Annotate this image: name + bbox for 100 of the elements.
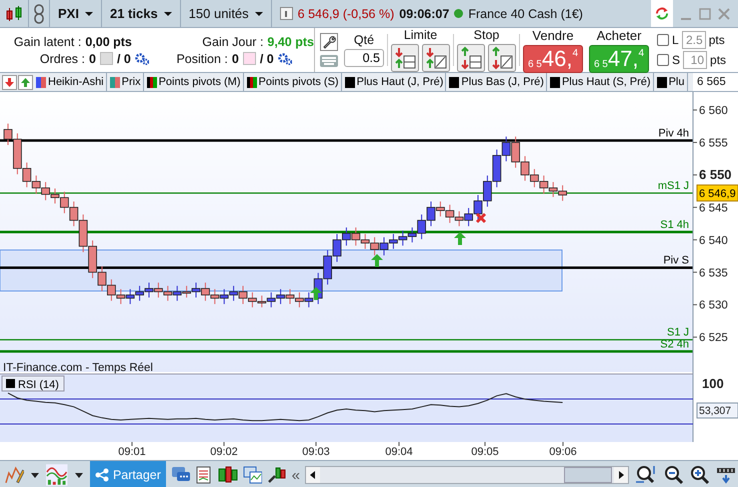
candle: [182, 285, 191, 298]
indicator-tab[interactable]: Points pivots (M): [144, 73, 244, 91]
gears-icon[interactable]: [278, 52, 292, 64]
down-arrow-icon[interactable]: [2, 74, 17, 90]
candle: [163, 285, 172, 302]
candle: [172, 285, 182, 302]
quantity-field[interactable]: 0.5: [344, 49, 384, 67]
candle: [32, 175, 41, 194]
candle: [483, 175, 492, 208]
candle: [248, 292, 257, 308]
indicator-chart-icon[interactable]: [46, 464, 68, 486]
indicator-tab[interactable]: Plus Haut (J, Pré): [342, 73, 446, 91]
candlestick-icon[interactable]: [4, 4, 24, 22]
limit-order-icon[interactable]: [391, 44, 419, 72]
info-icon[interactable]: [280, 7, 293, 20]
candle: [41, 182, 50, 201]
windows-icon[interactable]: [242, 466, 262, 484]
candle: [548, 182, 558, 198]
refresh-icon[interactable]: [651, 0, 673, 27]
gain-jour-label: Gain Jour :: [201, 34, 264, 48]
gain-jour-value: 9,40 pts: [267, 34, 314, 48]
time-label: 09:05: [471, 446, 499, 458]
points-field[interactable]: 10: [683, 51, 708, 69]
time-label: 09:04: [385, 446, 413, 458]
horizontal-scrollbar[interactable]: [304, 466, 630, 484]
up-arrow-icon[interactable]: [18, 74, 33, 90]
pencil-icon[interactable]: [3, 464, 24, 486]
candle: [445, 204, 454, 224]
indicator-tab[interactable]: Plu: [654, 73, 688, 91]
wrench-icon[interactable]: [320, 33, 338, 51]
checkbox[interactable]: [657, 54, 669, 66]
points-field[interactable]: 2.5: [682, 31, 706, 49]
instrument-dropdown[interactable]: PXI: [50, 0, 102, 27]
candle: [210, 288, 220, 305]
status-dot-icon: [454, 9, 464, 18]
stop-order-icon[interactable]: [488, 44, 516, 72]
pivot-label: mS1 J: [658, 180, 689, 192]
stop-label: Stop: [474, 28, 500, 42]
buy-label: Acheter: [596, 28, 642, 42]
gain-latent-label: Gain latent :: [12, 34, 82, 48]
candle: [398, 230, 408, 246]
position-total: / 0: [260, 52, 274, 66]
cross-icon: [476, 212, 486, 224]
up-arrow-icon: [371, 254, 383, 267]
candle: [351, 226, 360, 246]
candle: [370, 236, 379, 256]
zoom-fit-icon[interactable]: [634, 464, 658, 486]
pivot-label: S2 4h: [660, 338, 689, 350]
orders-total: / 0: [116, 52, 131, 66]
caret-icon[interactable]: [74, 472, 83, 478]
time-label: 09:01: [118, 446, 146, 458]
share-icon: [94, 468, 109, 482]
option-label: S: [672, 53, 680, 67]
candle: [107, 278, 116, 302]
time-label: 09:03: [302, 446, 330, 458]
size-dropdown[interactable]: 150 unités: [180, 0, 272, 27]
indicator-tab[interactable]: Heikin-Ashi: [34, 73, 107, 91]
candle: [454, 210, 464, 227]
zoom-in-icon[interactable]: [689, 464, 711, 486]
zoom-out-icon[interactable]: [662, 464, 684, 486]
bar-chart-icon[interactable]: [218, 466, 238, 484]
unit-label: pts: [708, 33, 725, 47]
indicator-tab[interactable]: Plus Haut (S, Pré): [548, 73, 654, 91]
caret-icon[interactable]: [31, 472, 40, 478]
scroll-thumb[interactable]: [564, 467, 612, 483]
wrench-chart-icon[interactable]: [267, 466, 287, 484]
candle: [116, 288, 126, 305]
candle: [360, 233, 370, 250]
stop-order-icon[interactable]: [457, 44, 485, 72]
scroll-right-icon[interactable]: [614, 467, 628, 483]
axis-label: 6 550: [699, 166, 732, 182]
candle: [323, 250, 332, 286]
orders-label: Ordres :: [38, 52, 85, 66]
up-arrow-icon: [310, 287, 322, 300]
checkbox[interactable]: [657, 34, 669, 46]
gears-icon[interactable]: [134, 52, 149, 64]
candle: [220, 288, 229, 305]
candle: [474, 194, 482, 220]
scroll-left-icon[interactable]: [306, 467, 320, 483]
link-icon[interactable]: [33, 4, 45, 24]
interval-dropdown[interactable]: 21 ticks: [102, 0, 181, 27]
candle: [266, 292, 276, 308]
axis-label: 6 565: [693, 73, 738, 91]
candle: [192, 282, 200, 298]
axis-label: 6 560: [699, 105, 728, 117]
time-label: 09:02: [210, 446, 238, 458]
position-count: 0: [232, 52, 239, 66]
last-price-tag: 6 546,9: [696, 184, 738, 202]
axis-label: 6 530: [699, 300, 728, 312]
indicator-tab[interactable]: Plus Bas (J, Pré): [447, 73, 547, 91]
candle: [135, 285, 144, 302]
chat-icon[interactable]: [170, 466, 190, 484]
indicator-tab[interactable]: Prix: [108, 73, 144, 91]
scroll-back-button[interactable]: «: [292, 466, 300, 484]
document-icon[interactable]: [195, 466, 214, 484]
rsi-value-tag: 53,307: [696, 402, 738, 418]
gain-latent-value: 0,00 pts: [85, 34, 133, 48]
ruler-down-icon[interactable]: [716, 465, 736, 485]
limit-order-icon[interactable]: [422, 44, 450, 72]
indicator-tab[interactable]: Points pivots (S): [244, 73, 342, 91]
